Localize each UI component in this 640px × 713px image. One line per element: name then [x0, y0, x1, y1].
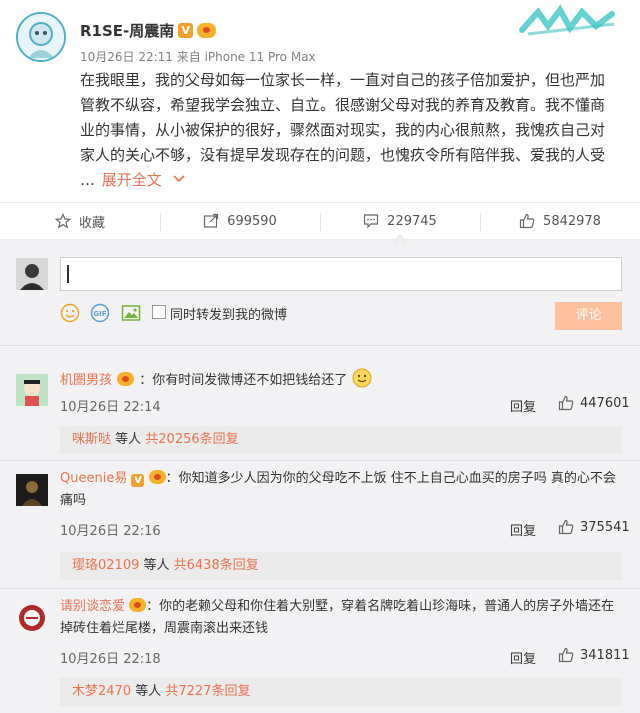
like-button[interactable]: 5842978 [480, 203, 640, 239]
repost-button[interactable]: 699590 [160, 203, 320, 239]
verified-icon: V [131, 474, 145, 487]
comment-input[interactable] [60, 257, 622, 291]
ellipsis: … [80, 171, 95, 189]
thumbs-up-icon [519, 213, 535, 229]
panel-caret-icon [394, 234, 406, 242]
repost-icon [204, 213, 219, 228]
post-line: 在我眼里，我的父母如每一位家长一样，一直对自己的孩子倍加爱护，但也严加 [80, 71, 606, 89]
verified-icon: V [178, 23, 194, 38]
reply-button[interactable]: 回复 [510, 648, 536, 667]
comment-line: Queenie易 V ：你知道多少人因为你的父母吃不上饭 住不上自己心血买的房子… [60, 468, 622, 512]
comment-avatar[interactable] [16, 602, 48, 634]
divider [0, 588, 640, 589]
post-line: 管教不纵容，希望我学会独立、自立。很感谢父母对我的养育及教育。我不懂商 [80, 96, 606, 114]
star-icon [54, 213, 71, 229]
fan-badge-icon [129, 598, 147, 612]
comment-icon [364, 214, 379, 229]
comment-like-count[interactable]: 341811 [580, 648, 630, 663]
comment-time: 10月26日 22:16 [60, 524, 161, 539]
comment-time: 10月26日 22:14 [60, 400, 161, 415]
post-line: 家人的关心不够，没有提早发现存在的问题，也愧疚令所有陪伴我、爱我的人受 [80, 146, 606, 164]
sub-reply-mid: 等人 [131, 684, 166, 699]
comment-line: 机圈男孩 ：你有时间发微博还不如把钱给还了 [60, 368, 372, 392]
comment-like-button[interactable]: 341811 [558, 647, 630, 663]
author-name-row: R1SE-周震南 V [80, 20, 217, 41]
comment-author[interactable]: Queenie易 [60, 471, 127, 486]
divider [0, 460, 640, 461]
sub-reply-count[interactable]: 共6438条回复 [174, 558, 259, 573]
sub-replies[interactable]: 咪斯哒 等人 共20256条回复 [60, 426, 622, 454]
sub-reply-count[interactable]: 共7227条回复 [165, 684, 250, 699]
comment-text-cont: 痛吗 [60, 493, 87, 508]
favorite-label[interactable]: 收藏 [79, 212, 105, 231]
expand-label[interactable]: 展开全文 [102, 171, 162, 189]
sub-reply-mid: 等人 [139, 558, 174, 573]
author-avatar[interactable] [16, 12, 66, 62]
post-meta: 10月26日 22:11 来自 iPhone 11 Pro Max [80, 48, 316, 65]
reply-button[interactable]: 回复 [510, 520, 536, 539]
sub-replies[interactable]: 木梦2470 等人 共7227条回复 [60, 678, 622, 706]
thumbs-up-icon [558, 647, 574, 663]
sub-replies[interactable]: 璎珞02109 等人 共6438条回复 [60, 552, 622, 580]
text-cursor [67, 265, 69, 283]
comment-avatar[interactable] [16, 374, 48, 406]
comment-count[interactable]: 229745 [387, 214, 437, 229]
sub-reply-user[interactable]: 木梦2470 [72, 684, 131, 699]
comment-like-count[interactable]: 375541 [580, 520, 630, 535]
repost-checkbox-label[interactable]: 同时转发到我的微博 [170, 304, 287, 323]
handwritten-signature [519, 4, 615, 36]
post-line-last: … 展开全文 [80, 168, 628, 193]
thumbs-up-icon [558, 395, 574, 411]
divider [0, 345, 640, 346]
sub-reply-user[interactable]: 璎珞02109 [72, 558, 139, 573]
post-source: 来自 iPhone 11 Pro Max [176, 50, 316, 64]
emoji-icon[interactable] [60, 303, 80, 323]
comment-text: 你有时间发微博还不如把钱给还了 [152, 373, 348, 388]
gif-label[interactable]: GIF [93, 310, 106, 318]
comment-line: 请别谈恋爱 ：你的老赖父母和你住着大别墅，穿着名牌吃着山珍海味，普通人的房子外墙… [60, 596, 622, 640]
image-icon[interactable] [121, 303, 141, 323]
sub-reply-mid: 等人 [111, 432, 146, 447]
post-body: 在我眼里，我的父母如每一位家长一样，一直对自己的孩子倍加爱护，但也严加 管教不纵… [80, 68, 628, 193]
author-name[interactable]: R1SE-周震南 [80, 20, 174, 41]
comment-like-count[interactable]: 447601 [580, 396, 630, 411]
comment-like-button[interactable]: 447601 [558, 395, 630, 411]
reply-button[interactable]: 回复 [510, 396, 536, 415]
comment-text-cont: 掉砖住着烂尾楼，周震南滚出来还钱 [60, 621, 269, 636]
expand-button[interactable]: 展开全文 [102, 171, 185, 189]
fan-badge-icon [148, 470, 166, 484]
my-avatar[interactable] [16, 258, 48, 290]
comment-text: 你的老赖父母和你住着大别墅，穿着名牌吃着山珍海味，普通人的房子外墙还在 [159, 599, 615, 614]
thumbs-up-icon [558, 519, 574, 535]
gif-icon[interactable]: GIF [90, 303, 110, 323]
fan-badge-icon [197, 23, 217, 38]
comment-avatar[interactable] [16, 474, 48, 506]
comment-time: 10月26日 22:18 [60, 652, 161, 667]
chevron-down-icon[interactable] [173, 175, 185, 183]
action-bar: 收藏 699590 229745 5842978 [0, 202, 640, 240]
comment-author[interactable]: 请别谈恋爱 [60, 599, 125, 614]
post-line: 业的事情，从小被保护的很好，骤然面对现实，我的内心很煎熬，我愧疚自己对 [80, 121, 606, 139]
submit-comment-button[interactable]: 评论 [555, 302, 622, 330]
repost-checkbox[interactable] [152, 305, 166, 319]
fan-badge-icon [117, 372, 135, 386]
sub-reply-user[interactable]: 咪斯哒 [72, 432, 111, 447]
smile-emoji-icon [352, 368, 372, 388]
post-time[interactable]: 10月26日 22:11 [80, 50, 173, 64]
favorite-button[interactable]: 收藏 [0, 203, 160, 239]
comment-like-button[interactable]: 375541 [558, 519, 630, 535]
like-count[interactable]: 5842978 [543, 214, 601, 229]
sub-reply-count[interactable]: 共20256条回复 [145, 432, 238, 447]
repost-count[interactable]: 699590 [227, 214, 277, 229]
comment-author[interactable]: 机圈男孩 [60, 373, 112, 388]
comment-text: 你知道多少人因为你的父母吃不上饭 住不上自己心血买的房子吗 真的心不会 [178, 471, 616, 486]
